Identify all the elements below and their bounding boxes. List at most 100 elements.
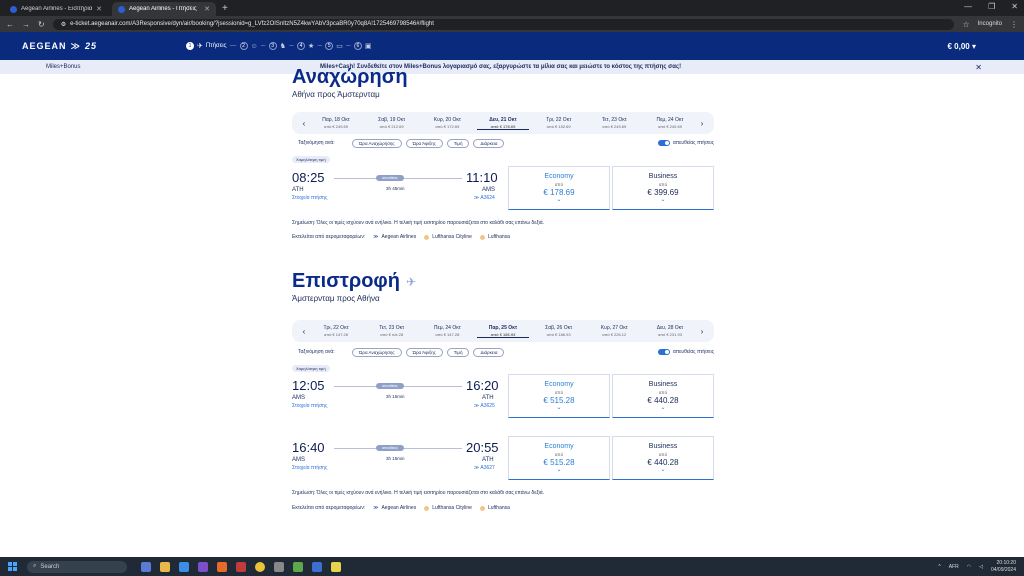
aegean-favicon-icon bbox=[118, 5, 125, 13]
business-fare-button[interactable]: Business από € 440.28 ⌄ bbox=[612, 436, 714, 480]
notes-icon[interactable] bbox=[331, 561, 341, 572]
sort-arrival-chip[interactable]: Ώρα Άφιξης bbox=[405, 138, 443, 148]
date-option[interactable]: Τετ, 23 Οκτ από € n/a 28 bbox=[366, 325, 418, 338]
windows-start-icon[interactable] bbox=[8, 562, 17, 571]
browser-tab-strip: Aegean Airlines - Εισιτήρια ✕ Aegean Airl… bbox=[0, 0, 1024, 16]
economy-fare-button[interactable]: Economy από € 178.69 ⌄ bbox=[508, 166, 610, 210]
site-info-icon[interactable]: ⚙ bbox=[61, 21, 66, 28]
task-view-icon[interactable] bbox=[141, 561, 151, 572]
route-label: Αθήνα προς Άμστερνταμ bbox=[292, 90, 380, 99]
confirm-icon: ▣ bbox=[364, 43, 372, 50]
browser-tab-1[interactable]: Aegean Airlines - Εισιτήρια ✕ bbox=[4, 2, 108, 16]
window-controls: — ❐ ✕ bbox=[964, 2, 1018, 11]
app-icon[interactable] bbox=[312, 561, 322, 572]
economy-fare-button[interactable]: Economy από € 515.28 ⌄ bbox=[508, 374, 610, 418]
date-option[interactable]: Τρι, 22 Οκτ από € 147.28 bbox=[310, 325, 362, 338]
sort-duration-chip[interactable]: Διάρκεια bbox=[473, 347, 505, 357]
address-bar-row: ← → ↻ ⚙ e-ticket.aegeanair.com/A3Responsi… bbox=[0, 16, 1024, 32]
sort-price-chip[interactable]: Τιμή bbox=[446, 138, 470, 148]
maximize-icon[interactable]: ❐ bbox=[988, 2, 995, 11]
flight-card-A3625[interactable]: 12:05 απευθείας 3h 15min 16:20 AMS ATH Σ… bbox=[292, 374, 714, 418]
sort-departure-chip[interactable]: Ώρα Αναχώρησης bbox=[352, 347, 402, 357]
date-option[interactable]: Παρ, 25 Οκτ από € 186.93 bbox=[476, 325, 529, 338]
date-option[interactable]: Κυρ, 20 Οκτ από € 172.69 bbox=[421, 117, 473, 130]
step-6[interactable]: 6 ▣ bbox=[353, 42, 372, 50]
taskbar-apps bbox=[141, 561, 341, 572]
flight-details-link[interactable]: Στοιχεία πτήσης bbox=[292, 465, 327, 471]
flight-card-A3624[interactable]: 08:25 απευθείας 3h 45min 11:10 ATH AMS Σ… bbox=[292, 166, 714, 210]
date-option[interactable]: Κυρ, 27 Οκτ από € 226.12 bbox=[588, 325, 640, 338]
date-option[interactable]: Δευ, 28 Οκτ από € 231.93 bbox=[644, 325, 696, 338]
chevron-down-icon: ⌄ bbox=[556, 467, 562, 473]
date-option[interactable]: Πεμ, 24 Οκτ από € 147.28 bbox=[421, 325, 473, 338]
date-option[interactable]: Σαβ, 26 Οκτ από € 186.93 bbox=[533, 325, 585, 338]
chevron-right-icon[interactable]: › bbox=[696, 327, 708, 336]
toggle-switch[interactable] bbox=[657, 349, 670, 355]
direct-flights-toggle[interactable]: απευθείας πτήσεις bbox=[657, 349, 714, 355]
close-tab-icon[interactable]: ✕ bbox=[204, 5, 210, 13]
chrome-icon[interactable] bbox=[255, 561, 265, 572]
date-option[interactable]: Τετ, 23 Οκτ από € 249.69 bbox=[588, 117, 640, 130]
star-icon[interactable]: ☆ bbox=[962, 20, 969, 29]
menu-icon[interactable]: ⋮ bbox=[1010, 20, 1018, 29]
app-icon[interactable] bbox=[236, 561, 246, 572]
chevron-down-icon: ⌄ bbox=[556, 197, 562, 203]
date-option[interactable]: Πεμ, 24 Οκτ από € 249.69 bbox=[644, 117, 696, 130]
step-2[interactable]: 2 ☺ ---- bbox=[239, 42, 266, 50]
aegean-logo[interactable]: AEGEAN ≫ 25 bbox=[22, 41, 97, 52]
step-4[interactable]: 4 ★ ---- bbox=[296, 42, 322, 50]
sort-arrival-chip[interactable]: Ώρα Άφιξης bbox=[405, 347, 443, 357]
chevron-left-icon[interactable]: ‹ bbox=[298, 119, 310, 128]
wifi-icon[interactable]: ◠ bbox=[967, 564, 971, 570]
step-flights[interactable]: 1 ✈ Πτήσεις ------ bbox=[186, 42, 237, 50]
store-icon[interactable] bbox=[179, 561, 189, 572]
firefox-icon[interactable] bbox=[217, 561, 227, 572]
taskbar-search[interactable]: ⌕ Search bbox=[27, 560, 127, 573]
business-fare-button[interactable]: Business από € 440.28 ⌄ bbox=[612, 374, 714, 418]
booking-steps: 1 ✈ Πτήσεις ------ 2 ☺ ---- 3 ♞ ---- 4 ★ ---- 5 ▭ -… bbox=[186, 32, 372, 60]
back-icon[interactable]: ← bbox=[6, 20, 14, 29]
date-option[interactable]: Παρ, 18 Οκτ από € 249.69 bbox=[310, 117, 362, 130]
economy-fare-button[interactable]: Economy από € 515.28 ⌄ bbox=[508, 436, 610, 480]
date-option[interactable]: Σαβ, 19 Οκτ από € 212.69 bbox=[366, 117, 418, 130]
direct-flights-toggle[interactable]: απευθείας πτήσεις bbox=[657, 140, 714, 146]
sort-duration-chip[interactable]: Διάρκεια bbox=[473, 138, 505, 148]
reload-icon[interactable]: ↻ bbox=[38, 20, 45, 29]
chevron-right-icon[interactable]: › bbox=[696, 119, 708, 128]
outbound-sort-row: Ταξινόμηση ανά: Ώρα Αναχώρησης Ώρα Άφιξη… bbox=[298, 138, 714, 148]
toggle-switch[interactable] bbox=[657, 140, 670, 146]
sort-price-chip[interactable]: Τιμή bbox=[446, 347, 470, 357]
plane-icon: ✈ bbox=[197, 43, 203, 50]
tray-chevron-icon[interactable]: ^ bbox=[938, 564, 940, 570]
browser-tab-2[interactable]: Aegean Airlines - Πτήσεις ✕ bbox=[112, 2, 216, 16]
file-explorer-icon[interactable] bbox=[160, 561, 170, 572]
onenote-icon[interactable] bbox=[198, 561, 208, 572]
url-field[interactable]: ⚙ e-ticket.aegeanair.com/A3Responsive/dyn… bbox=[52, 18, 955, 30]
step-5[interactable]: 5 ▭ ---- bbox=[325, 42, 351, 50]
volume-icon[interactable]: ◁ bbox=[979, 564, 983, 570]
close-tab-icon[interactable]: ✕ bbox=[96, 5, 102, 13]
cart-total[interactable]: € 0,00 ▾ bbox=[948, 42, 977, 51]
lowest-price-badge: Χαμηλότερη τιμή bbox=[292, 365, 330, 372]
clock[interactable]: 20:10:20 04/09/2024 bbox=[991, 560, 1016, 574]
flight-details-link[interactable]: Στοιχεία πτήσης bbox=[292, 195, 327, 201]
aegean-favicon-icon bbox=[10, 5, 17, 13]
close-window-icon[interactable]: ✕ bbox=[1011, 2, 1018, 11]
date-option[interactable]: Δευ, 21 Οκτ από € 178.69 bbox=[476, 117, 529, 130]
new-tab-icon[interactable]: + bbox=[222, 3, 228, 14]
minimize-icon[interactable]: — bbox=[964, 2, 972, 11]
windows-taskbar: ⌕ Search ^ AFR ◠ ◁ 20:10:20 04/09/2024 bbox=[0, 557, 1024, 576]
chevron-left-icon[interactable]: ‹ bbox=[298, 327, 310, 336]
sort-departure-chip[interactable]: Ώρα Αναχώρησης bbox=[352, 138, 402, 148]
nvidia-icon[interactable] bbox=[293, 561, 303, 572]
business-fare-button[interactable]: Business από € 399.69 ⌄ bbox=[612, 166, 714, 210]
date-option[interactable]: Τρι, 22 Οκτ από € 152.69 bbox=[533, 117, 585, 130]
close-icon[interactable]: ✕ bbox=[975, 63, 982, 72]
search-icon: ⌕ bbox=[33, 563, 37, 569]
flight-details-link[interactable]: Στοιχεία πτήσης bbox=[292, 403, 327, 409]
flight-card-A3627[interactable]: 16:40 απευθείας 3h 15min 20:55 AMS ATH Σ… bbox=[292, 436, 714, 480]
forward-icon[interactable]: → bbox=[22, 20, 30, 29]
app-icon[interactable] bbox=[274, 561, 284, 572]
step-3[interactable]: 3 ♞ ---- bbox=[268, 42, 294, 50]
incognito-label: Incognito bbox=[977, 21, 1002, 27]
